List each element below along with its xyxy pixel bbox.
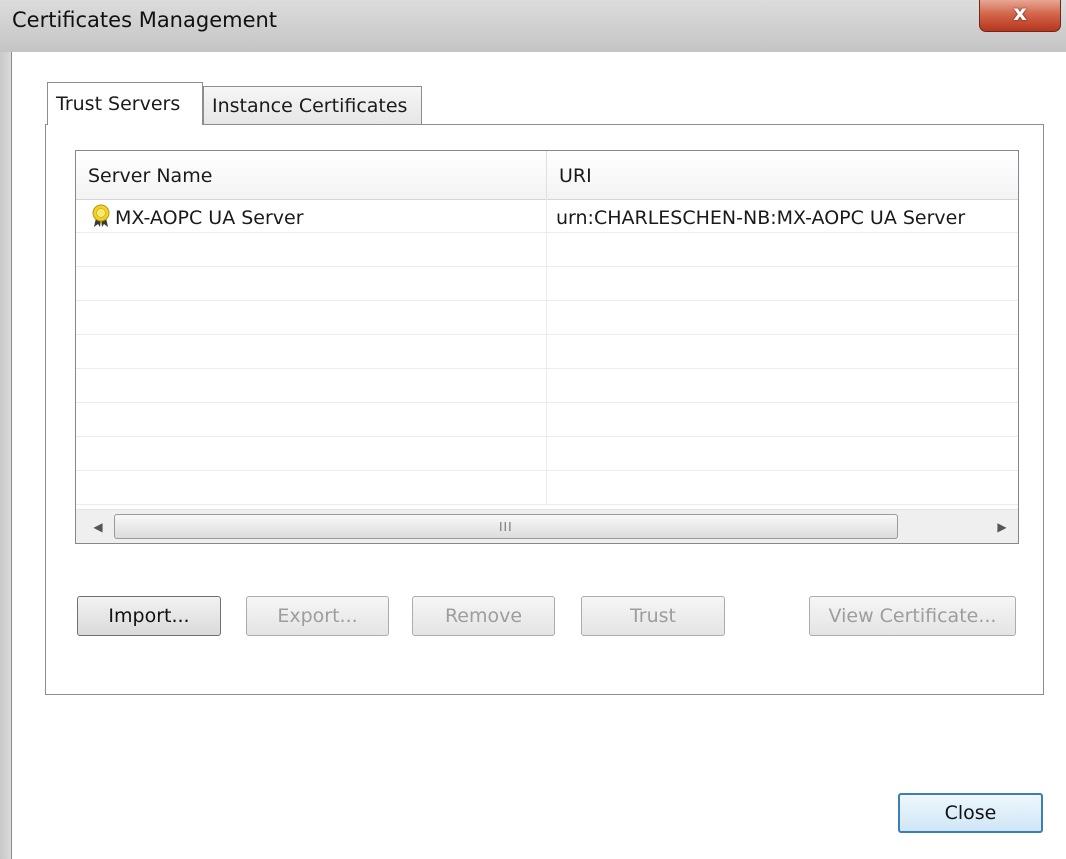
view-certificate-button[interactable]: View Certificate... bbox=[809, 596, 1016, 636]
scrollbar-grip-icon: III bbox=[499, 520, 513, 534]
column-header-uri[interactable]: URI bbox=[547, 151, 1018, 199]
list-header: Server Name URI bbox=[76, 151, 1018, 200]
window-close-icon[interactable]: x bbox=[979, 0, 1061, 32]
scrollbar-thumb[interactable]: III bbox=[114, 514, 898, 539]
servers-list[interactable]: Server Name URI MX-AOPC UA Server urn:CH… bbox=[75, 150, 1019, 544]
horizontal-scrollbar[interactable]: ◀ III ▶ bbox=[76, 509, 1018, 543]
empty-row bbox=[76, 403, 1018, 437]
server-name-text: MX-AOPC UA Server bbox=[115, 207, 304, 229]
empty-row bbox=[76, 233, 1018, 267]
empty-row bbox=[76, 369, 1018, 403]
uri-cell: urn:CHARLESCHEN-NB:MX-AOPC UA Server bbox=[556, 207, 966, 229]
column-header-server-name[interactable]: Server Name bbox=[76, 151, 547, 199]
close-button[interactable]: Close bbox=[898, 793, 1043, 833]
certificate-icon bbox=[90, 203, 112, 227]
table-row[interactable]: MX-AOPC UA Server urn:CHARLESCHEN-NB:MX-… bbox=[76, 199, 1018, 233]
empty-row bbox=[76, 301, 1018, 335]
scroll-left-arrow-icon[interactable]: ◀ bbox=[82, 510, 114, 543]
server-name-cell: MX-AOPC UA Server bbox=[76, 199, 547, 233]
empty-row bbox=[76, 335, 1018, 369]
window-left-edge bbox=[0, 52, 11, 859]
export-button[interactable]: Export... bbox=[246, 596, 389, 636]
title-bar[interactable]: Certificates Management x bbox=[0, 0, 1066, 52]
import-button[interactable]: Import... bbox=[77, 596, 221, 636]
remove-button[interactable]: Remove bbox=[412, 596, 555, 636]
empty-row bbox=[76, 471, 1018, 505]
tab-trust-servers[interactable]: Trust Servers bbox=[47, 82, 203, 125]
empty-row bbox=[76, 267, 1018, 301]
tab-instance-certificates[interactable]: Instance Certificates bbox=[203, 86, 422, 124]
window-title: Certificates Management bbox=[12, 8, 278, 32]
scroll-right-arrow-icon[interactable]: ▶ bbox=[986, 510, 1018, 543]
empty-row bbox=[76, 437, 1018, 471]
trust-button[interactable]: Trust bbox=[581, 596, 725, 636]
